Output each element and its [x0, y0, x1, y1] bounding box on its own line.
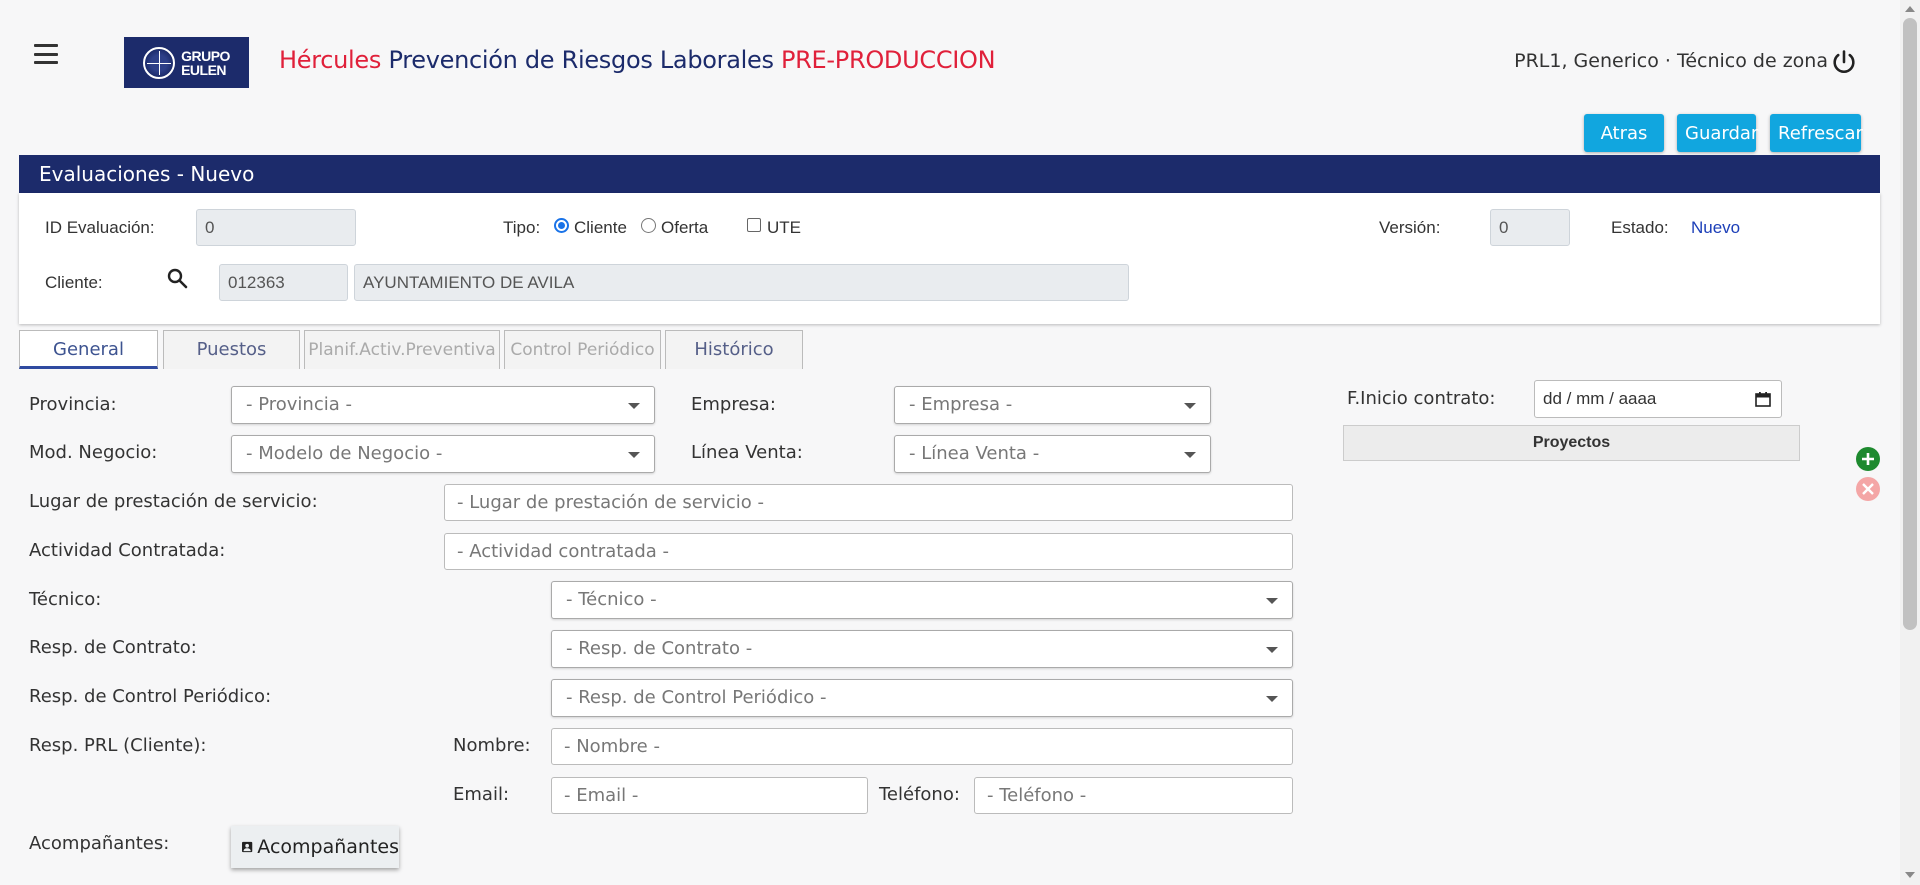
add-circle-icon[interactable]: [1856, 447, 1880, 471]
company-logo: GRUPO EULEN: [124, 37, 249, 88]
ute-checkbox[interactable]: [747, 218, 761, 232]
user-info: PRL1, Generico · Técnico de zona: [1514, 50, 1828, 72]
tecnico-label: Técnico:: [29, 589, 102, 610]
tipo-cliente-radio[interactable]: [554, 218, 569, 233]
empresa-placeholder: - Empresa -: [909, 394, 1013, 415]
lugar-label: Lugar de prestación de servicio:: [29, 491, 318, 512]
acompanantes-button-label: Acompañantes: [257, 836, 399, 858]
back-button[interactable]: Atras: [1584, 114, 1664, 152]
cliente-name-field: AYUNTAMIENTO DE AVILA: [354, 264, 1129, 301]
empresa-select[interactable]: - Empresa -: [894, 386, 1211, 424]
telefono-input[interactable]: - Teléfono -: [974, 777, 1293, 814]
chevron-down-icon: [1184, 403, 1196, 409]
provincia-label: Provincia:: [29, 394, 117, 415]
evaluation-header-panel: ID Evaluación: 0 Tipo: Cliente Oferta UT…: [19, 193, 1880, 324]
resp-control-placeholder: - Resp. de Control Periódico -: [566, 687, 827, 708]
ute-label: UTE: [767, 218, 801, 237]
resp-contrato-label: Resp. de Contrato:: [29, 637, 197, 658]
nombre-input[interactable]: - Nombre -: [551, 728, 1293, 765]
id-evaluacion-field: 0: [196, 209, 356, 246]
tab-general[interactable]: General: [19, 330, 158, 369]
finicio-date-input[interactable]: dd / mm / aaaa: [1534, 380, 1782, 418]
mod-negocio-placeholder: - Modelo de Negocio -: [246, 443, 443, 464]
chevron-down-icon: [1266, 696, 1278, 702]
estado-value: Nuevo: [1691, 218, 1741, 237]
tipo-oferta-radio[interactable]: [641, 218, 656, 233]
cliente-code-field: 012363: [219, 264, 348, 301]
resp-control-label: Resp. de Control Periódico:: [29, 686, 272, 707]
provincia-placeholder: - Provincia -: [246, 394, 352, 415]
email-input[interactable]: - Email -: [551, 777, 868, 814]
save-button[interactable]: Guardar: [1677, 114, 1758, 152]
app-title: Hércules Prevención de Riesgos Laborales…: [279, 46, 996, 74]
globe-icon: [143, 46, 176, 79]
app-name: Hércules: [279, 46, 382, 74]
logo-text-line-1: GRUPO: [181, 47, 230, 64]
email-label: Email:: [453, 784, 510, 805]
tipo-cliente-label: Cliente: [574, 218, 627, 237]
mod-negocio-select[interactable]: - Modelo de Negocio -: [231, 435, 655, 473]
version-label: Versión:: [1379, 218, 1441, 237]
proyectos-header: Proyectos: [1343, 425, 1800, 461]
nombre-label: Nombre:: [453, 735, 531, 756]
chevron-down-icon: [1184, 452, 1196, 458]
tipo-oferta-label: Oferta: [661, 218, 709, 237]
resp-contrato-placeholder: - Resp. de Contrato -: [566, 638, 753, 659]
logo-text: GRUPO EULEN: [181, 49, 230, 77]
actividad-input[interactable]: - Actividad contratada -: [444, 533, 1293, 570]
chevron-down-icon: [1266, 647, 1278, 653]
linea-venta-placeholder: - Línea Venta -: [909, 443, 1040, 464]
tab-planif-activ-preventiva: Planif.Activ.Preventiva: [304, 330, 500, 369]
chevron-down-icon: [628, 403, 640, 409]
panel-title: Evaluaciones - Nuevo: [19, 155, 1880, 193]
provincia-select[interactable]: - Provincia -: [231, 386, 655, 424]
mod-negocio-label: Mod. Negocio:: [29, 442, 158, 463]
power-icon[interactable]: [1830, 48, 1858, 76]
refresh-button[interactable]: Refrescar: [1770, 114, 1863, 152]
scrollbar-thumb[interactable]: [1903, 18, 1917, 630]
acompanantes-label: Acompañantes:: [29, 833, 170, 854]
resp-contrato-select[interactable]: - Resp. de Contrato -: [551, 630, 1293, 668]
logo-text-line-2: EULEN: [181, 61, 227, 78]
tab-puestos[interactable]: Puestos: [163, 330, 300, 369]
cliente-label: Cliente:: [45, 273, 103, 292]
estado-label: Estado:: [1611, 218, 1669, 237]
calendar-icon[interactable]: [1755, 391, 1771, 407]
resp-prl-label: Resp. PRL (Cliente):: [29, 735, 207, 756]
menu-icon[interactable]: [34, 44, 58, 64]
environment-label: PRE-PRODUCCION: [781, 46, 996, 74]
person-icon: [242, 841, 253, 853]
tecnico-placeholder: - Técnico -: [566, 589, 657, 610]
version-field: 0: [1490, 209, 1570, 246]
id-evaluacion-label: ID Evaluación:: [45, 218, 155, 237]
acompanantes-button[interactable]: Acompañantes: [231, 826, 399, 868]
empresa-label: Empresa:: [691, 394, 776, 415]
tecnico-select[interactable]: - Técnico -: [551, 581, 1293, 619]
linea-venta-select[interactable]: - Línea Venta -: [894, 435, 1211, 473]
linea-venta-label: Línea Venta:: [691, 442, 803, 463]
finicio-label: F.Inicio contrato:: [1347, 388, 1496, 409]
tipo-label: Tipo:: [503, 218, 541, 237]
telefono-label: Teléfono:: [879, 784, 960, 805]
scroll-down-icon[interactable]: [1905, 872, 1915, 878]
remove-circle-icon[interactable]: [1856, 477, 1880, 501]
finicio-placeholder: dd / mm / aaaa: [1543, 389, 1657, 408]
chevron-down-icon: [628, 452, 640, 458]
tab-control-periodico: Control Periódico: [504, 330, 661, 369]
app-subtitle: Prevención de Riesgos Laborales: [381, 46, 781, 74]
scroll-up-icon[interactable]: [1905, 6, 1915, 12]
actividad-label: Actividad Contratada:: [29, 540, 226, 561]
top-bar: GRUPO EULEN Hércules Prevención de Riesg…: [0, 0, 1900, 120]
search-icon[interactable]: [165, 266, 189, 290]
resp-control-select[interactable]: - Resp. de Control Periódico -: [551, 679, 1293, 717]
lugar-input[interactable]: - Lugar de prestación de servicio -: [444, 484, 1293, 521]
tab-historico[interactable]: Histórico: [665, 330, 803, 369]
chevron-down-icon: [1266, 598, 1278, 604]
